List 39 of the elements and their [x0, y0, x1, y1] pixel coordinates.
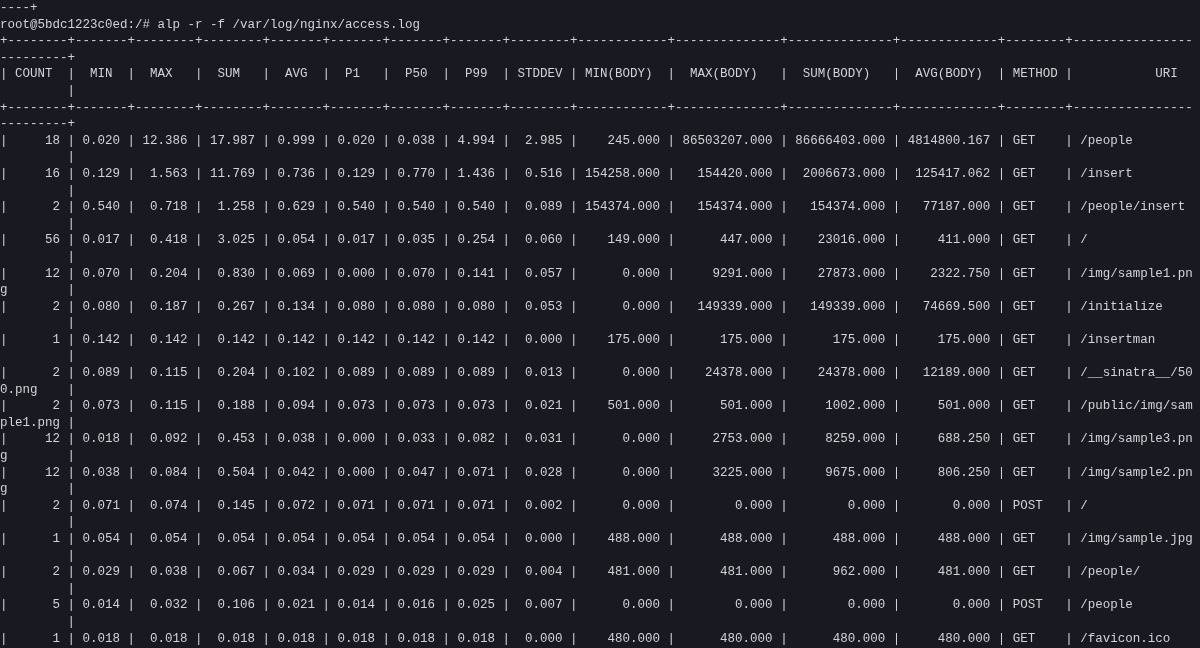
terminal-line: |	[66, 348, 75, 366]
terminal-line: | 18 | 0.020 | 12.386 | 17.987 | 0.999 | 0.020 | 0.038 | 4.994 | 2.985 | 245.000 | 86503207.000 | 86666403.000 | 4814800.167 | GET | /people	[0, 132, 1133, 150]
terminal-line: |	[66, 82, 75, 100]
terminal-line: | 1 | 0.018 | 0.018 | 0.018 | 0.018 | 0.018 | 0.018 | 0.018 | 0.000 | 480.000 | 480.000 | 480.000 | 480.000 | GET | /favicon.ico	[0, 630, 1171, 648]
terminal-line: | COUNT | MIN | MAX | SUM | AVG | P1 | P50 | P99 | STDDEV | MIN(BODY) | MAX(BODY) | SUM(BODY) | AVG(BODY) | METHOD | URI	[0, 66, 1178, 83]
terminal-line: |	[66, 315, 75, 332]
terminal-line: | 1 | 0.054 | 0.054 | 0.054 | 0.054 | 0.054 | 0.054 | 0.054 | 0.000 | 488.000 | 488.000 | 488.000 | 488.000 | GET | /img/sample.jpg	[0, 531, 1193, 548]
terminal-line: | 12 | 0.038 | 0.084 | 0.504 | 0.042 | 0.000 | 0.047 | 0.071 | 0.028 | 0.000 | 3225.000 | 9675.000 | 806.250 | GET | /img/sample2.pn	[0, 464, 1193, 482]
terminal-line: +--------+-------+--------+--------+-------+-------+-------+-------+--------+------------+--------------+--------------+-------------+--------+----------------	[0, 99, 1193, 117]
terminal-line: |	[66, 547, 75, 565]
terminal-line: | 5 | 0.014 | 0.032 | 0.106 | 0.021 | 0.014 | 0.016 | 0.025 | 0.007 | 0.000 | 0.000 | 0.000 | 0.000 | POST | /people	[0, 597, 1133, 614]
terminal-line: | 1 | 0.142 | 0.142 | 0.142 | 0.142 | 0.142 | 0.142 | 0.142 | 0.000 | 175.000 | 175.000 | 175.000 | 175.000 | GET | /insertman	[0, 331, 1156, 349]
terminal-line: |	[66, 182, 75, 200]
terminal-line: |	[66, 215, 75, 233]
terminal-line: ---------+	[0, 116, 75, 133]
terminal-line: | 2 | 0.080 | 0.187 | 0.267 | 0.134 | 0.080 | 0.080 | 0.080 | 0.053 | 0.000 | 149339.000 | 149339.000 | 74669.500 | GET | /initialize	[0, 298, 1163, 316]
terminal-line: ple1.png |	[0, 414, 75, 432]
terminal-line: |	[66, 613, 75, 631]
terminal-line: g |	[0, 282, 75, 299]
terminal-line: | 16 | 0.129 | 1.563 | 11.769 | 0.736 | 0.129 | 0.770 | 1.436 | 0.516 | 154258.000 | 154420.000 | 2006673.000 | 125417.062 | GET | /insert	[0, 165, 1133, 183]
terminal-line: g |	[0, 481, 75, 498]
terminal-line: | 12 | 0.070 | 0.204 | 0.830 | 0.069 | 0.000 | 0.070 | 0.141 | 0.057 | 0.000 | 9291.000 | 27873.000 | 2322.750 | GET | /img/sample1.pn	[0, 265, 1193, 283]
terminal-line: root@5bdc1223c0ed:/# alp -r -f /var/log/nginx/access.log	[0, 16, 421, 34]
terminal-line: |	[66, 248, 75, 266]
terminal-line: | 2 | 0.540 | 0.718 | 1.258 | 0.629 | 0.540 | 0.540 | 0.540 | 0.089 | 154374.000 | 154374.000 | 154374.000 | 77187.000 | GET | /people/insert	[0, 199, 1186, 216]
terminal-line: ----+	[0, 0, 38, 17]
terminal-line: | 2 | 0.029 | 0.038 | 0.067 | 0.034 | 0.029 | 0.029 | 0.029 | 0.004 | 481.000 | 481.000 | 962.000 | 481.000 | GET | /people/	[0, 564, 1141, 581]
terminal-line: | 12 | 0.018 | 0.092 | 0.453 | 0.038 | 0.000 | 0.033 | 0.082 | 0.031 | 0.000 | 2753.000 | 8259.000 | 688.250 | GET | /img/sample3.pn	[0, 431, 1193, 449]
terminal-line: | 2 | 0.073 | 0.115 | 0.188 | 0.094 | 0.073 | 0.073 | 0.073 | 0.021 | 501.000 | 501.000 | 1002.000 | 501.000 | GET | /public/img/sam	[0, 398, 1193, 415]
terminal-line: | 2 | 0.089 | 0.115 | 0.204 | 0.102 | 0.089 | 0.089 | 0.089 | 0.013 | 0.000 | 24378.000 | 24378.000 | 12189.000 | GET | /__sinatra__/50	[0, 365, 1193, 382]
terminal-line: g |	[0, 448, 75, 465]
terminal-line: 0.png |	[0, 381, 75, 399]
terminal-line: | 56 | 0.017 | 0.418 | 3.025 | 0.054 | 0.017 | 0.035 | 0.254 | 0.060 | 149.000 | 447.000 | 23016.000 | 411.000 | GET | /	[0, 232, 1088, 249]
terminal-line: | 2 | 0.071 | 0.074 | 0.145 | 0.072 | 0.071 | 0.071 | 0.071 | 0.002 | 0.000 | 0.000 | 0.000 | 0.000 | POST | /	[0, 497, 1088, 515]
terminal-line: |	[66, 149, 75, 166]
terminal-line: |	[66, 514, 75, 531]
terminal-line: ---------+	[0, 49, 75, 67]
terminal-line: +--------+-------+--------+--------+-------+-------+-------+-------+--------+------------+--------------+--------------+-------------+--------+----------------	[0, 33, 1193, 50]
terminal-line: |	[66, 580, 75, 598]
